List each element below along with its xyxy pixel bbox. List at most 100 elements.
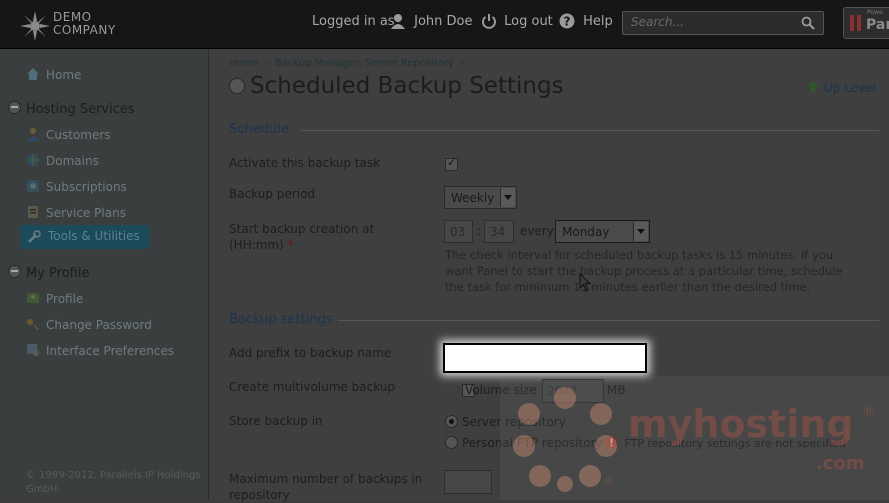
sidebar-item-subscriptions[interactable]: Subscriptions — [26, 179, 127, 194]
hint-line-2: want Panel to start the backup process a… — [445, 264, 843, 278]
select-value: Monday — [562, 225, 610, 239]
parallels-mark-icon — [850, 15, 861, 31]
check-interval-hint: The check interval for scheduled backup … — [445, 247, 875, 295]
sidebar-item-label: Change Password — [46, 318, 152, 332]
logout-label: Log out — [504, 13, 553, 29]
watermark-registered: ® — [862, 404, 876, 420]
max-backups-label: Maximum number of backups in repository — [229, 471, 422, 503]
up-level-label: Up Level — [823, 81, 876, 95]
breadcrumb-separator: › — [460, 58, 465, 69]
breadcrumb-home[interactable]: Home — [229, 58, 259, 69]
sidebar-item-profile[interactable]: Profile — [26, 291, 83, 306]
sidebar-item-domains[interactable]: Domains — [26, 153, 99, 168]
mouse-cursor-icon — [579, 273, 592, 292]
search-input[interactable]: Search... — [622, 11, 824, 35]
logged-in-label: Logged in as — [312, 14, 395, 29]
max-backups-label-line-2: repository — [229, 488, 290, 502]
user-name: John Doe — [414, 13, 473, 29]
sidebar-item-label: Profile — [46, 292, 84, 306]
globe-icon — [27, 154, 39, 166]
start-time-label-line-1: Start backup creation at — [229, 222, 375, 236]
sidebar-item-label: Tools & Utilities — [48, 229, 140, 243]
myhosting-watermark: myhosting .com ® ® — [500, 376, 889, 500]
copyright-line-1: © 1999-2012. Parallels IP Holdings — [26, 470, 201, 481]
question-icon: ? — [559, 13, 575, 29]
input-value: 03 — [450, 225, 466, 239]
select-value: Weekly — [451, 191, 495, 205]
logo-text: DEMO COMPANY — [53, 11, 116, 37]
collapse-icon[interactable] — [8, 101, 21, 114]
every-label: every — [520, 224, 554, 238]
breadcrumb-separator: › — [264, 58, 269, 69]
backup-period-select[interactable]: Weekly — [444, 186, 517, 209]
activate-task-checkbox[interactable]: ✓ — [445, 156, 458, 171]
hint-line-1: The check interval for scheduled backup … — [445, 248, 834, 262]
max-backups-label-line-1: Maximum number of backups in — [229, 472, 423, 486]
max-backups-input[interactable] — [444, 470, 492, 494]
user-icon — [391, 14, 405, 29]
backup-period-label: Backup period — [229, 187, 316, 201]
sidebar-item-label: Customers — [46, 128, 111, 142]
key-icon — [27, 319, 39, 330]
preferences-icon — [27, 344, 39, 356]
store-backup-label: Store backup in — [229, 414, 323, 428]
logout-link[interactable]: Log out — [481, 13, 553, 29]
help-label: Help — [583, 13, 613, 29]
logo-line-2: COMPANY — [53, 23, 116, 37]
input-value: 34 — [490, 225, 506, 239]
user-menu[interactable]: John Doe — [390, 13, 473, 29]
start-time-label-line-2: (HH:mm) — [229, 238, 284, 252]
copyright: © 1999-2012. Parallels IP Holdings GmbH. — [26, 469, 200, 497]
help-link[interactable]: ? Help — [559, 13, 613, 29]
prefix-input[interactable] — [443, 343, 647, 373]
watermark-domain: .com — [816, 453, 865, 474]
section-divider — [301, 130, 879, 131]
watermark-text: myhosting — [628, 402, 854, 446]
start-minute-input[interactable]: 34 — [484, 220, 514, 243]
start-time-label: Start backup creation at (HH:mm) * — [229, 221, 374, 253]
svg-text:?: ? — [564, 15, 571, 29]
section-divider — [338, 320, 879, 321]
chevron-down-icon[interactable] — [633, 222, 648, 241]
copyright-line-2: GmbH. — [26, 484, 61, 495]
star-burst-icon — [20, 11, 50, 41]
collapse-icon[interactable] — [8, 265, 21, 278]
section-heading-schedule: Schedule — [229, 122, 289, 137]
required-mark: * — [287, 238, 294, 252]
sidebar-item-label: Subscriptions — [46, 180, 127, 194]
home-icon — [27, 68, 39, 80]
page-status-icon — [229, 78, 245, 94]
page-title: Scheduled Backup Settings — [250, 73, 564, 99]
customer-icon — [27, 128, 39, 141]
brand-text: Par — [866, 17, 889, 33]
sidebar: Home Hosting Services Customers Domains … — [0, 49, 209, 500]
weekday-select[interactable]: Monday — [555, 220, 650, 243]
top-bar: DEMO COMPANY Logged in as John Doe Log o… — [0, 0, 889, 49]
service-plan-icon — [28, 206, 38, 218]
sidebar-item-service-plans[interactable]: Service Plans — [26, 205, 126, 220]
checkbox-checkmark: ✓ — [447, 156, 457, 169]
breadcrumb-backup-manager[interactable]: Backup Manager: Server Repository — [275, 58, 454, 69]
hint-line-3: the task for minimum 15 minutes earlier … — [445, 280, 811, 294]
up-level-link[interactable]: Up Level — [806, 80, 876, 95]
sidebar-section-my-profile[interactable]: My Profile — [8, 265, 89, 281]
section-heading-backup-settings: Backup settings — [229, 312, 333, 327]
sidebar-item-label: Domains — [46, 154, 99, 168]
sidebar-item-change-password[interactable]: Change Password — [26, 317, 152, 332]
brand-small-text: Powe — [867, 9, 883, 16]
radio-selected-icon[interactable] — [445, 415, 458, 428]
magnifier-icon[interactable] — [801, 16, 815, 30]
section-label: My Profile — [26, 266, 90, 281]
chevron-down-icon[interactable] — [500, 188, 515, 207]
company-logo[interactable]: DEMO COMPANY — [20, 8, 130, 42]
sidebar-item-home[interactable]: Home — [26, 67, 81, 82]
sidebar-item-label: Home — [46, 68, 82, 82]
parallels-brand[interactable]: Powe Par — [843, 7, 889, 39]
sidebar-item-interface-preferences[interactable]: Interface Preferences — [26, 343, 174, 358]
breadcrumb: Home › Backup Manager: Server Repository… — [229, 58, 464, 69]
sidebar-section-hosting-services[interactable]: Hosting Services — [8, 101, 135, 117]
start-hour-input[interactable]: 03 — [444, 220, 473, 243]
sidebar-item-tools-utilities[interactable]: Tools & Utilities — [20, 225, 149, 249]
sidebar-item-customers[interactable]: Customers — [26, 127, 111, 142]
radio-unselected-icon[interactable] — [445, 436, 458, 449]
